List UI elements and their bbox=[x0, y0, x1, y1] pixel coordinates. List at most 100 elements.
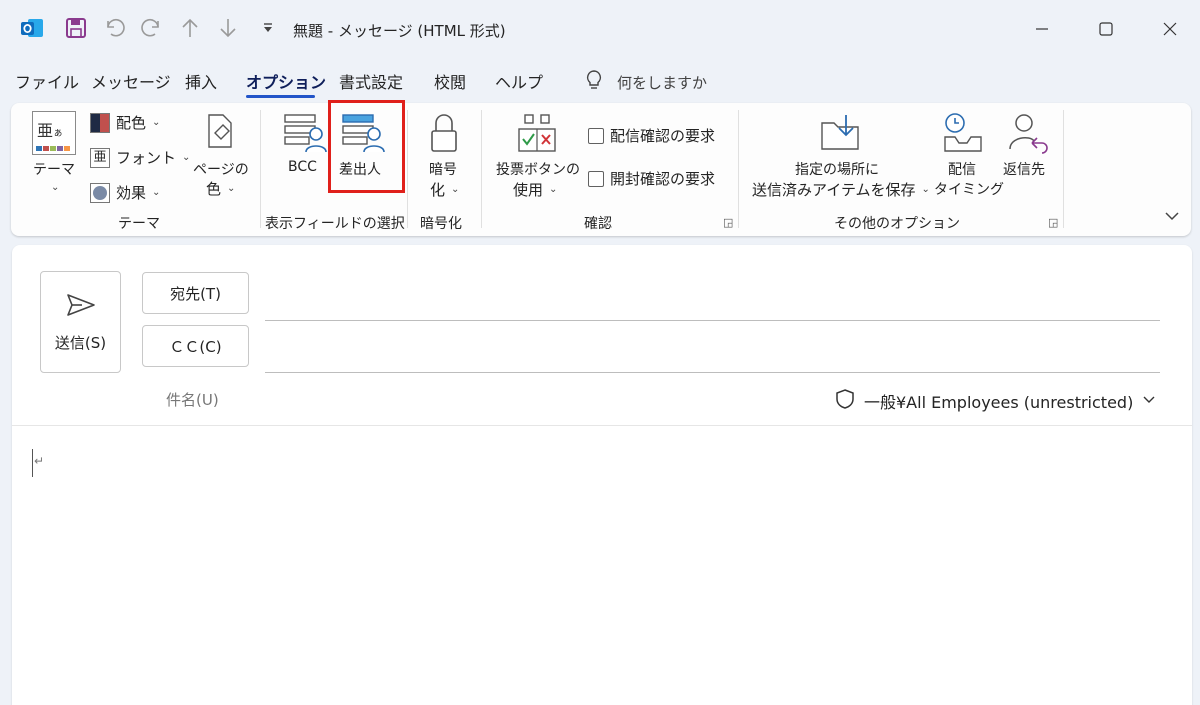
themes-button[interactable]: 亜ぁ bbox=[32, 111, 76, 155]
previous-item-icon[interactable] bbox=[176, 14, 204, 42]
reply-to-label: 返信先 bbox=[1003, 162, 1045, 178]
window-title: 無題 - メッセージ (HTML 形式) bbox=[293, 22, 506, 40]
group-separator bbox=[1063, 110, 1064, 228]
save-icon[interactable] bbox=[62, 14, 90, 42]
delivery-receipt-checkbox[interactable]: 配信確認の要求 bbox=[588, 125, 715, 146]
save-sent-items-button[interactable] bbox=[818, 111, 862, 159]
effects-icon bbox=[90, 182, 110, 203]
dialog-launcher-icon[interactable]: ◲ bbox=[723, 216, 733, 229]
group-label-more-options: その他のオプション bbox=[834, 216, 960, 232]
effects-label: 効果 bbox=[116, 184, 147, 202]
voting-icon bbox=[518, 114, 556, 152]
group-separator bbox=[260, 110, 261, 228]
delivery-receipt-label: 配信確認の要求 bbox=[610, 127, 716, 145]
colors-icon bbox=[90, 112, 110, 133]
fonts-label: フォント bbox=[116, 149, 177, 167]
delay-label-2: タイミング bbox=[934, 182, 1004, 198]
tab-message[interactable]: メッセージ bbox=[91, 72, 171, 96]
voting-buttons-button[interactable] bbox=[517, 111, 557, 159]
tell-me-label: 何をしますか bbox=[617, 73, 708, 92]
chevron-down-icon: ⌄ bbox=[152, 187, 161, 198]
voting-label-1: 投票ボタンの bbox=[496, 162, 580, 178]
tab-review[interactable]: 校閲 bbox=[434, 72, 466, 96]
encrypt-label-1: 暗号 bbox=[429, 162, 457, 178]
colors-label: 配色 bbox=[116, 114, 147, 132]
close-button[interactable] bbox=[1155, 14, 1185, 44]
tab-help[interactable]: ヘルプ bbox=[495, 72, 543, 96]
customize-quick-access-icon[interactable] bbox=[254, 14, 282, 42]
to-button[interactable]: 宛先(T) bbox=[142, 272, 249, 314]
chevron-down-icon: ⌄ bbox=[182, 152, 191, 163]
colors-button[interactable]: 配色 ⌄ bbox=[90, 112, 160, 133]
themes-label: テーマ bbox=[33, 162, 75, 178]
send-label: 送信(S) bbox=[54, 333, 107, 352]
dialog-launcher-icon[interactable]: ◲ bbox=[1048, 216, 1058, 229]
next-item-icon[interactable] bbox=[214, 14, 242, 42]
message-body[interactable] bbox=[12, 430, 1192, 700]
send-button[interactable]: 送信(S) bbox=[40, 271, 121, 373]
themes-dropdown-icon: ⌄ bbox=[51, 182, 60, 193]
bcc-button[interactable] bbox=[283, 112, 329, 160]
lock-icon bbox=[431, 114, 457, 152]
tab-insert[interactable]: 挿入 bbox=[185, 72, 217, 96]
minimize-button[interactable] bbox=[1027, 14, 1057, 44]
tell-me-search[interactable]: 何をしますか bbox=[585, 69, 707, 95]
shield-icon bbox=[835, 388, 855, 414]
sensitivity-text: 一般¥All Employees (unrestricted) bbox=[864, 393, 1134, 412]
encrypt-label-row: 化 ⌄ bbox=[430, 179, 459, 200]
themes-icon: 亜ぁ bbox=[32, 111, 76, 155]
tab-format-text[interactable]: 書式設定 bbox=[339, 72, 403, 96]
group-label-tracking: 確認 bbox=[584, 216, 612, 232]
save-sent-label-2: 送信済みアイテムを保存 bbox=[752, 181, 916, 199]
effects-button[interactable]: 効果 ⌄ bbox=[90, 182, 160, 203]
send-icon bbox=[66, 293, 95, 316]
from-button-highlight bbox=[328, 100, 405, 193]
page-color-button[interactable] bbox=[199, 111, 239, 159]
delay-label-1: 配信 bbox=[948, 162, 976, 178]
encrypt-button[interactable] bbox=[428, 111, 460, 159]
sensitivity-label-selector[interactable]: 一般¥All Employees (unrestricted) bbox=[835, 388, 1156, 414]
group-separator bbox=[407, 110, 408, 228]
lightbulb-icon bbox=[585, 69, 603, 95]
tab-file[interactable]: ファイル bbox=[15, 72, 79, 96]
read-receipt-label: 開封確認の要求 bbox=[610, 170, 716, 188]
delay-delivery-icon bbox=[944, 113, 982, 152]
checkbox-box bbox=[588, 127, 604, 144]
fonts-icon: 亜 bbox=[90, 147, 110, 168]
group-separator bbox=[481, 110, 482, 228]
chevron-down-icon: ⌄ bbox=[921, 184, 930, 195]
group-separator bbox=[738, 110, 739, 228]
group-label-theme: テーマ bbox=[118, 216, 160, 232]
page-color-label-1: ページの bbox=[193, 162, 249, 178]
undo-icon[interactable] bbox=[100, 14, 128, 42]
bcc-icon bbox=[284, 114, 327, 153]
tab-options[interactable]: オプション bbox=[246, 72, 326, 96]
chevron-down-icon: ⌄ bbox=[451, 184, 460, 195]
cc-input[interactable] bbox=[265, 372, 1160, 373]
chevron-down-icon: ⌄ bbox=[152, 117, 161, 128]
encrypt-label-2: 化 bbox=[430, 181, 446, 199]
cc-button[interactable]: ＣＣ(C) bbox=[142, 325, 249, 367]
reply-to-button[interactable] bbox=[1006, 111, 1050, 159]
redo-icon[interactable] bbox=[138, 14, 166, 42]
read-receipt-checkbox[interactable]: 開封確認の要求 bbox=[588, 168, 715, 189]
bcc-label: BCC bbox=[288, 159, 317, 175]
group-label-encrypt: 暗号化 bbox=[420, 216, 462, 232]
chevron-down-icon: ⌄ bbox=[549, 184, 558, 195]
subject-label: 件名(U) bbox=[166, 391, 219, 409]
voting-label-row: 使用 ⌄ bbox=[513, 179, 557, 200]
voting-label-2: 使用 bbox=[513, 181, 544, 199]
save-sent-label-row: 送信済みアイテムを保存 ⌄ bbox=[752, 179, 930, 200]
active-tab-indicator bbox=[246, 95, 315, 98]
chevron-down-icon: ⌄ bbox=[227, 183, 236, 194]
to-input[interactable] bbox=[265, 320, 1160, 321]
fonts-button[interactable]: 亜 フォント ⌄ bbox=[90, 147, 190, 168]
maximize-button[interactable] bbox=[1091, 14, 1121, 44]
reply-to-icon bbox=[1009, 114, 1048, 154]
outlook-app-icon bbox=[18, 14, 46, 42]
delay-delivery-button[interactable] bbox=[941, 111, 985, 159]
page-color-icon bbox=[208, 114, 232, 148]
ribbon-expand-icon[interactable] bbox=[1164, 208, 1180, 228]
chevron-down-icon bbox=[1142, 392, 1156, 411]
folder-save-icon bbox=[821, 115, 859, 150]
